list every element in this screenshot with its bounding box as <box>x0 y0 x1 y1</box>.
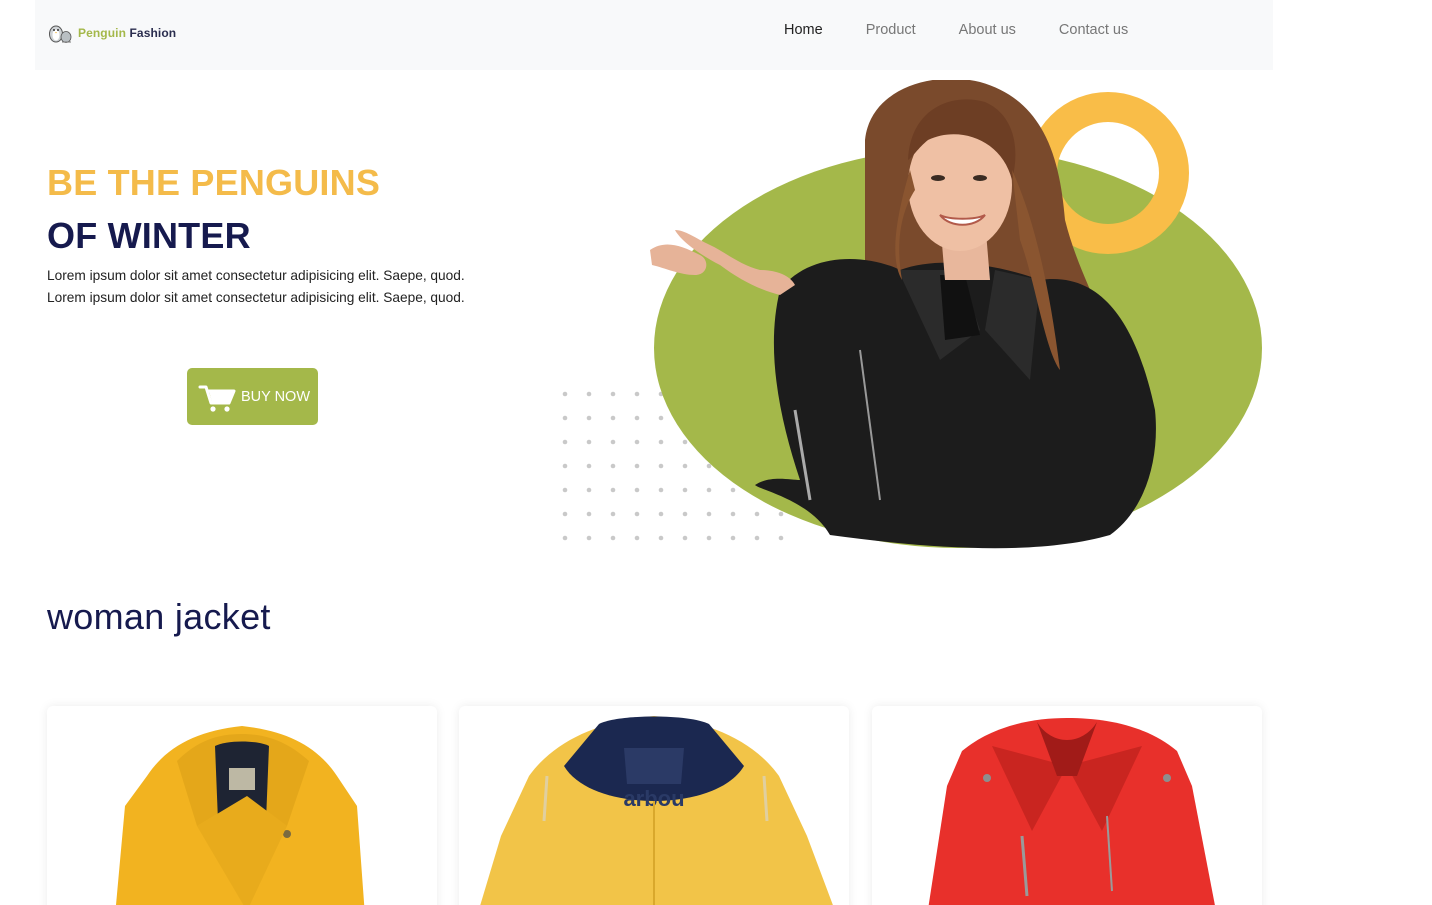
brand-name-part1: Penguin <box>78 26 127 40</box>
hero-description: Lorem ipsum dolor sit amet consectetur a… <box>47 265 527 309</box>
buy-now-button[interactable]: BUY NOW <box>187 368 318 425</box>
cart-icon <box>198 385 236 412</box>
product-card-red-jacket[interactable] <box>872 706 1262 905</box>
brand-name-part2: Fashion <box>129 26 177 40</box>
product-card-yellow-coat[interactable] <box>47 706 437 905</box>
hero-title-line1: BE THE PENGUINS <box>47 162 381 203</box>
red-leather-jacket-image <box>928 718 1215 905</box>
nav-links: Home Product About us Contact us <box>784 20 1171 41</box>
buy-now-label: BUY NOW <box>241 388 311 405</box>
hero-title-line2: OF WINTER <box>47 215 251 256</box>
section-title: woman jacket <box>47 596 271 637</box>
yellow-raincoat-image: arbou <box>480 716 833 905</box>
yellow-coat-image <box>116 726 365 905</box>
hero-description-line2: Lorem ipsum dolor sit amet consectetur a… <box>47 290 465 305</box>
nav-link-about-us[interactable]: About us <box>959 20 1016 41</box>
hero-model-image <box>650 80 1262 549</box>
navbar: Penguin Fashion Home Product About us Co… <box>35 0 1273 70</box>
penguin-icon <box>49 25 72 43</box>
brand-logo-link[interactable]: Penguin Fashion <box>47 21 176 45</box>
nav-link-product[interactable]: Product <box>866 20 916 41</box>
nav-link-home[interactable]: Home <box>784 20 823 41</box>
product-card-yellow-raincoat[interactable]: arbou <box>459 706 849 905</box>
hero-description-line1: Lorem ipsum dolor sit amet consectetur a… <box>47 268 465 283</box>
nav-link-contact-us[interactable]: Contact us <box>1059 20 1128 41</box>
